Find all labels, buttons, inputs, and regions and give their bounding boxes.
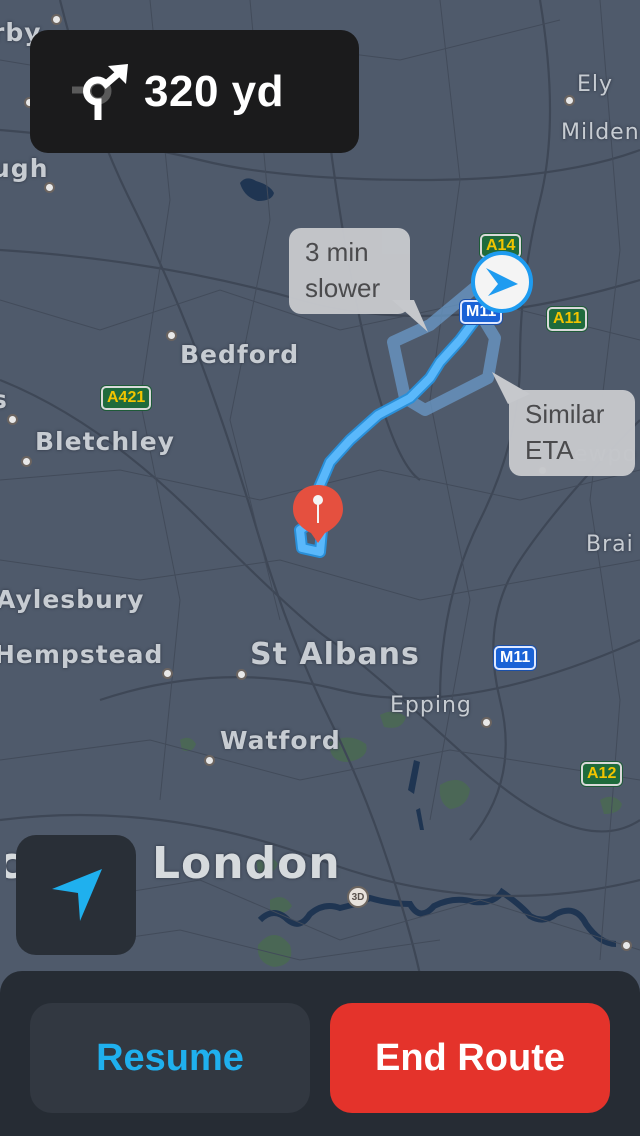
place-label: Aylesbury xyxy=(0,585,145,614)
road-shield-a11: A11 xyxy=(547,307,588,331)
map-canvas[interactable] xyxy=(0,0,640,1136)
place-label: St Albans xyxy=(250,637,420,672)
turn-instruction-card[interactable]: 320 yd xyxy=(30,30,359,153)
place-dot xyxy=(51,14,62,25)
place-label: Hempstead xyxy=(0,640,164,669)
place-dot xyxy=(236,669,247,680)
place-dot xyxy=(162,668,173,679)
callout-line: 3 min xyxy=(305,237,369,267)
callout-line: ETA xyxy=(525,435,574,465)
place-dot xyxy=(564,95,575,106)
place-dot xyxy=(44,182,55,193)
end-route-button[interactable]: End Route xyxy=(330,1003,610,1113)
heading-arrow-icon xyxy=(486,268,518,296)
place-label: Bletchley xyxy=(35,427,175,456)
turn-distance: 320 yd xyxy=(144,66,284,116)
callout-line: Similar xyxy=(525,399,605,429)
place-label: Milden xyxy=(561,120,640,145)
recenter-button[interactable] xyxy=(16,835,136,955)
place-label: Epping xyxy=(390,693,472,718)
road-shield-a12: A12 xyxy=(581,762,623,786)
road-shield-m11: M11 xyxy=(494,646,537,670)
place-dot xyxy=(166,330,177,341)
place-label: Watford xyxy=(220,726,341,755)
place-label-london: London xyxy=(152,838,341,889)
place-dot xyxy=(621,940,632,951)
roundabout-exit-right-icon xyxy=(72,63,128,120)
callout-line: slower xyxy=(305,273,381,303)
navigation-bottom-panel: Resume End Route xyxy=(0,971,640,1136)
place-label: Ely xyxy=(577,72,614,97)
place-dot xyxy=(21,456,32,467)
place-label: s xyxy=(0,385,8,414)
3d-toggle-badge[interactable]: 3D xyxy=(347,886,369,908)
place-dot xyxy=(204,755,215,766)
place-label: Bedford xyxy=(180,340,300,369)
current-location-puck xyxy=(471,251,533,313)
place-label: Brai xyxy=(586,532,634,557)
place-dot xyxy=(481,717,492,728)
place-label: ugh xyxy=(0,154,49,183)
destination-pin-icon[interactable] xyxy=(291,483,345,545)
resume-button[interactable]: Resume xyxy=(30,1003,310,1113)
place-dot xyxy=(7,414,18,425)
location-arrow-icon xyxy=(52,869,102,921)
road-shield-a421: A421 xyxy=(101,386,152,410)
